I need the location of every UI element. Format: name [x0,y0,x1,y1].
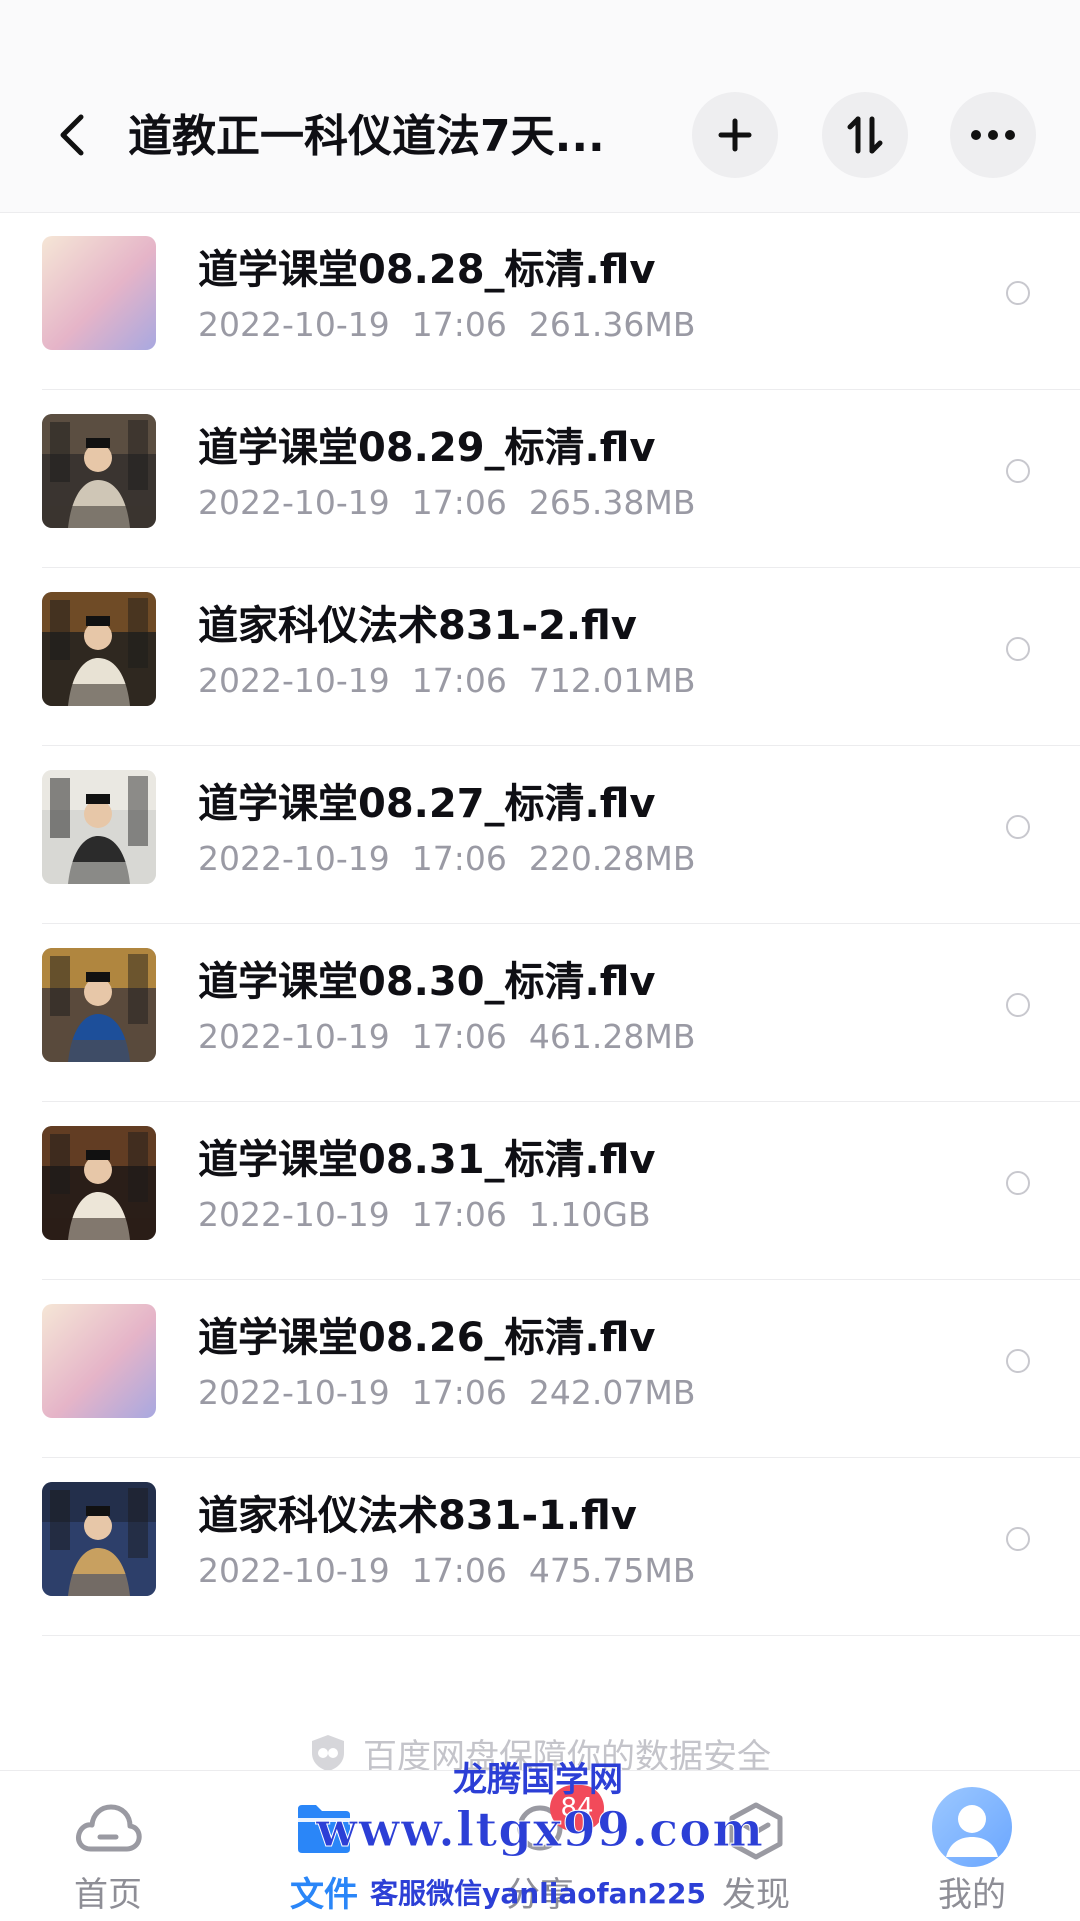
top-bar: 道教正一科仪道法7天... [0,0,1080,213]
file-time: 17:06 [411,1551,507,1590]
add-button[interactable] [692,92,778,178]
file-name: 道学课堂08.31_标清.flv [198,1137,656,1183]
video-thumbnail [42,1304,156,1418]
video-frame-thumbnail [42,414,156,528]
video-thumbnail [42,592,156,706]
more-button[interactable] [950,92,1036,178]
file-date: 2022-10-19 [198,1017,390,1056]
file-row[interactable]: 道学课堂08.31_标清.flv 2022-10-19 17:06 1.10GB [0,1102,1080,1280]
file-time: 17:06 [411,839,507,878]
select-radio[interactable] [1006,1349,1030,1373]
file-size: 261.36MB [528,305,696,344]
watermark-url: www.ltgx99.com [316,1802,764,1859]
video-thumbnail [42,948,156,1062]
sort-icon [847,116,883,154]
gradient-thumbnail [42,236,156,350]
file-date: 2022-10-19 [198,839,390,878]
file-time: 17:06 [411,305,507,344]
file-date: 2022-10-19 [198,483,390,522]
file-name: 道学课堂08.27_标清.flv [198,781,656,827]
file-meta: 2022-10-19 17:06 475.75MB [198,1548,695,1594]
video-thumbnail [42,236,156,350]
file-name: 道学课堂08.26_标清.flv [198,1315,656,1361]
file-meta: 2022-10-19 17:06 242.07MB [198,1370,695,1416]
file-size: 265.38MB [528,483,696,522]
select-radio[interactable] [1006,1527,1030,1551]
file-meta: 2022-10-19 17:06 461.28MB [198,1014,695,1060]
watermark-title: 龙腾国学网 [453,1760,623,1800]
file-size: 220.28MB [528,839,696,878]
file-row[interactable]: 道家科仪法术831-1.flv 2022-10-19 17:06 475.75MB [0,1458,1080,1636]
file-time: 17:06 [411,483,507,522]
file-row[interactable]: 道学课堂08.26_标清.flv 2022-10-19 17:06 242.07MB [0,1280,1080,1458]
video-thumbnail [42,1482,156,1596]
file-row[interactable]: 道学课堂08.28_标清.flv 2022-10-19 17:06 261.36MB [0,212,1080,390]
file-time: 17:06 [411,1195,507,1234]
select-radio[interactable] [1006,281,1030,305]
file-time: 17:06 [411,1017,507,1056]
video-thumbnail [42,770,156,884]
file-row[interactable]: 道学课堂08.27_标清.flv 2022-10-19 17:06 220.28MB [0,746,1080,924]
row-divider [42,1635,1080,1636]
chevron-left-icon [60,114,84,156]
select-radio[interactable] [1006,459,1030,483]
video-thumbnail [42,1126,156,1240]
page-title: 道教正一科仪道法7天... [128,111,605,162]
file-date: 2022-10-19 [198,1195,390,1234]
file-meta: 2022-10-19 17:06 220.28MB [198,836,695,882]
file-size: 461.28MB [528,1017,696,1056]
select-radio[interactable] [1006,993,1030,1017]
sort-button[interactable] [822,92,908,178]
file-row[interactable]: 道家科仪法术831-2.flv 2022-10-19 17:06 712.01MB [0,568,1080,746]
file-date: 2022-10-19 [198,1373,390,1412]
file-time: 17:06 [411,661,507,700]
file-date: 2022-10-19 [198,1551,390,1590]
file-date: 2022-10-19 [198,305,390,344]
file-row[interactable]: 道学课堂08.29_标清.flv 2022-10-19 17:06 265.38MB [0,390,1080,568]
file-size: 475.75MB [528,1551,696,1590]
video-frame-thumbnail [42,948,156,1062]
watermark-contact: 客服微信yanliaofan225 [370,1877,706,1910]
file-name: 道学课堂08.28_标清.flv [198,247,656,293]
back-button[interactable] [44,100,100,170]
select-radio[interactable] [1006,637,1030,661]
video-frame-thumbnail [42,592,156,706]
file-date: 2022-10-19 [198,661,390,700]
file-time: 17:06 [411,1373,507,1412]
file-name: 道家科仪法术831-2.flv [198,603,637,649]
gradient-thumbnail [42,1304,156,1418]
video-frame-thumbnail [42,1126,156,1240]
file-meta: 2022-10-19 17:06 265.38MB [198,480,695,526]
file-name: 道家科仪法术831-1.flv [198,1493,637,1539]
file-meta: 2022-10-19 17:06 1.10GB [198,1192,651,1238]
video-frame-thumbnail [42,770,156,884]
plus-icon [718,118,752,152]
select-radio[interactable] [1006,815,1030,839]
video-frame-thumbnail [42,1482,156,1596]
file-meta: 2022-10-19 17:06 712.01MB [198,658,695,704]
video-thumbnail [42,414,156,528]
file-meta: 2022-10-19 17:06 261.36MB [198,302,695,348]
select-radio[interactable] [1006,1171,1030,1195]
file-name: 道学课堂08.29_标清.flv [198,425,656,471]
file-row[interactable]: 道学课堂08.30_标清.flv 2022-10-19 17:06 461.28MB [0,924,1080,1102]
file-size: 1.10GB [528,1195,651,1234]
file-size: 712.01MB [528,661,696,700]
more-dots-icon [971,130,1015,140]
file-name: 道学课堂08.30_标清.flv [198,959,656,1005]
file-size: 242.07MB [528,1373,696,1412]
